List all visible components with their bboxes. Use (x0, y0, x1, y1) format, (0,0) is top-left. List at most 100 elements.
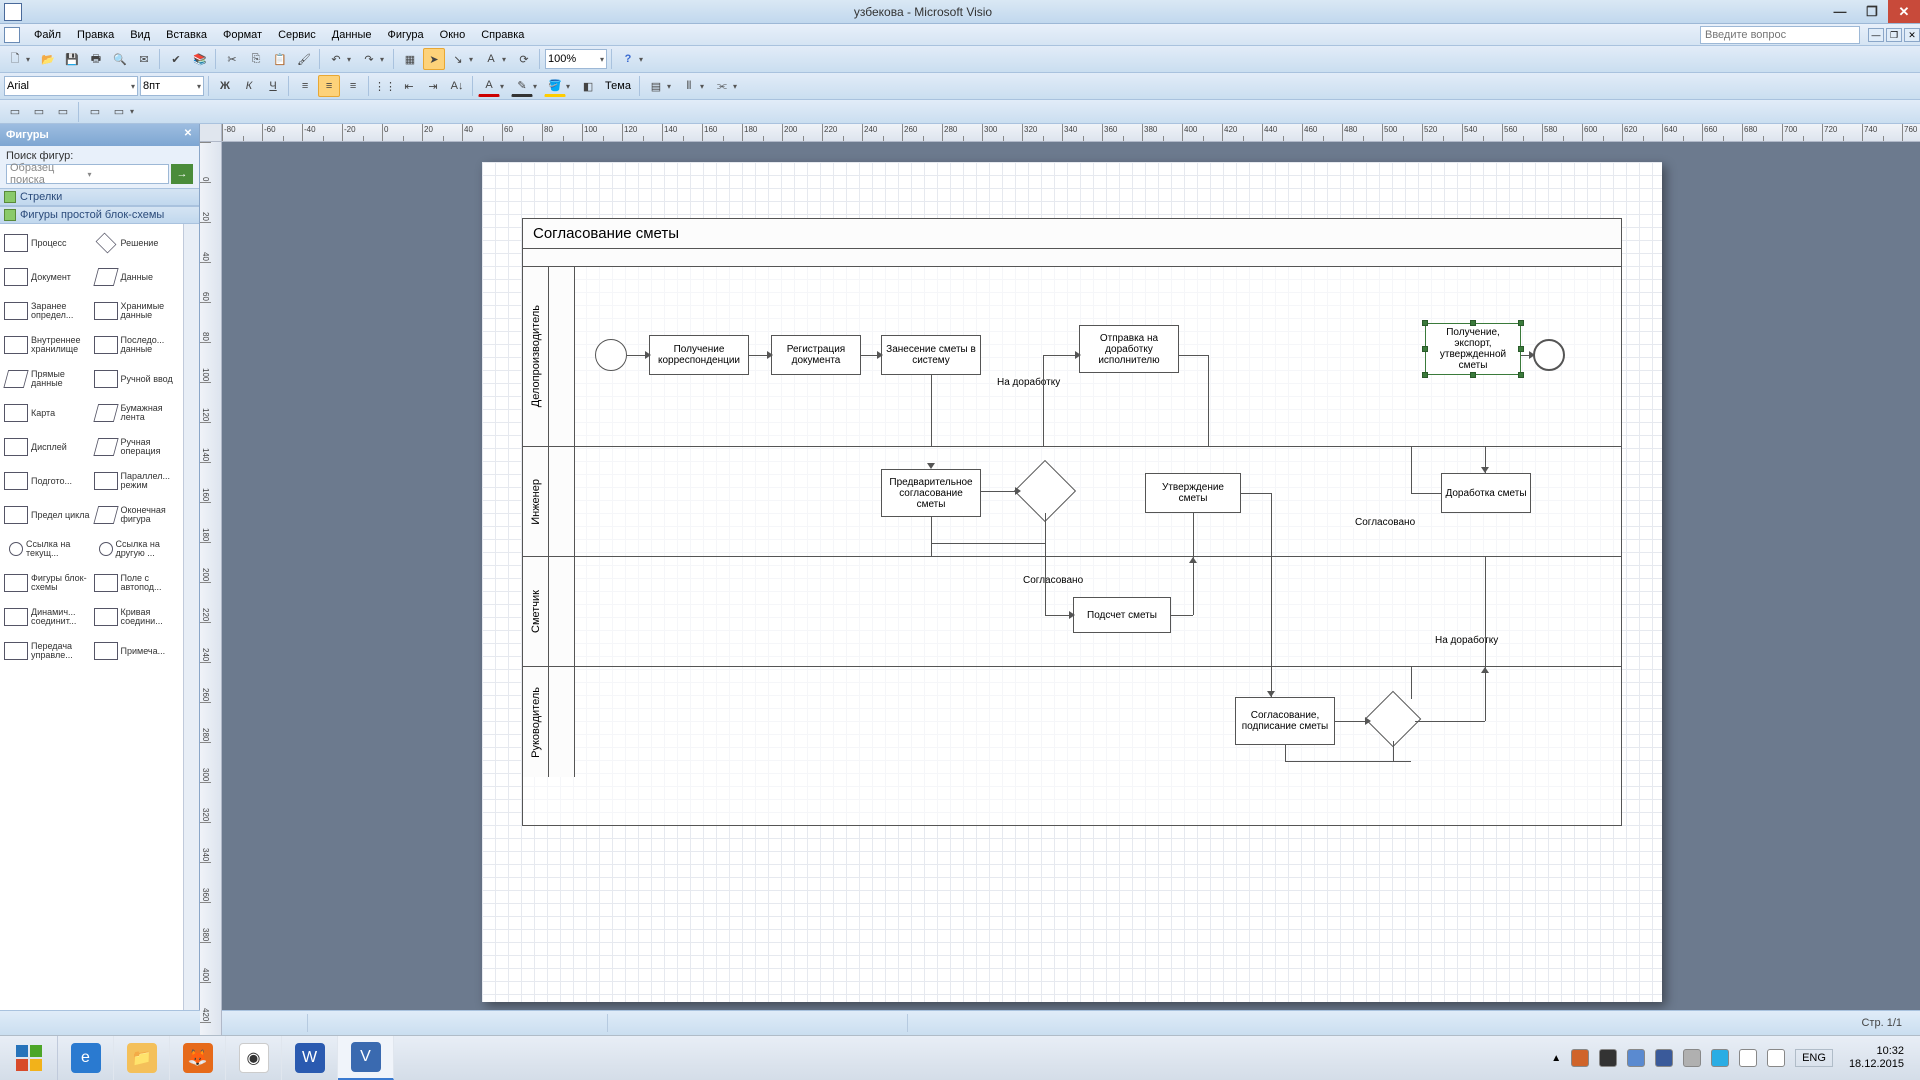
help-dropdown[interactable]: ▾ (639, 55, 648, 64)
action-btn-5[interactable]: ▭ (108, 101, 130, 123)
menu-format[interactable]: Формат (215, 26, 270, 44)
connector-dropdown[interactable]: ▾ (469, 55, 478, 64)
box-return-rework[interactable]: Отправка на доработку исполнителю (1079, 325, 1179, 373)
undo-button[interactable]: ↶ (325, 48, 347, 70)
stencil-shape[interactable]: Решение (92, 226, 182, 260)
tray-icon-3[interactable] (1627, 1049, 1645, 1067)
language-indicator[interactable]: ENG (1795, 1049, 1833, 1067)
doc-restore-button[interactable]: ❐ (1886, 28, 1902, 42)
menu-help[interactable]: Справка (473, 26, 532, 44)
connect-dropdown[interactable]: ▾ (733, 82, 742, 91)
lane-3[interactable]: Сметчик Подсчет сметы Согласовано На дор… (523, 557, 1621, 667)
box-enter-system[interactable]: Занесение сметы в систему (881, 335, 981, 375)
new-dropdown[interactable]: ▾ (26, 55, 35, 64)
close-button[interactable]: ✕ (1888, 0, 1920, 23)
stencil-shape[interactable]: Передача управле... (2, 634, 92, 668)
cut-button[interactable]: ✂ (221, 48, 243, 70)
tray-chevron-icon[interactable]: ▲ (1551, 1053, 1561, 1064)
bullets-button[interactable]: ⋮⋮ (374, 75, 396, 97)
help-button[interactable]: ? (617, 48, 639, 70)
system-menu-icon[interactable] (4, 27, 20, 43)
menu-insert[interactable]: Вставка (158, 26, 215, 44)
taskbar-chrome-icon[interactable]: ◉ (226, 1036, 282, 1080)
menu-edit[interactable]: Правка (69, 26, 122, 44)
increase-indent-button[interactable]: ⇥ (422, 75, 444, 97)
underline-button[interactable]: Ч (262, 75, 284, 97)
taskbar-firefox-icon[interactable]: 🦊 (170, 1036, 226, 1080)
stencil-shape[interactable]: Ручной ввод (92, 362, 182, 396)
stencil-shape[interactable]: Подгото... (2, 464, 92, 498)
stencil-shape[interactable]: Последо... данные (92, 328, 182, 362)
stencil-shape[interactable]: Примеча... (92, 634, 182, 668)
action-btn-4[interactable]: ▭ (84, 101, 106, 123)
menu-tools[interactable]: Сервис (270, 26, 324, 44)
lane-1-label[interactable]: Делопроизводитель (523, 267, 549, 446)
fill-color-button[interactable]: 🪣 (544, 75, 566, 97)
minimize-button[interactable]: — (1824, 0, 1856, 23)
start-event[interactable] (595, 339, 627, 371)
decrease-font-button[interactable]: A↓ (446, 75, 468, 97)
rotate-button[interactable]: ⟳ (513, 48, 535, 70)
box-calculate-estimate[interactable]: Подсчет сметы (1073, 597, 1171, 633)
taskbar-word-icon[interactable]: W (282, 1036, 338, 1080)
action-btn-2[interactable]: ▭ (28, 101, 50, 123)
stencil-shape[interactable]: Бумажная лента (92, 396, 182, 430)
lane-3-label[interactable]: Сметчик (523, 557, 549, 666)
stencil-scrollbar[interactable] (183, 224, 199, 1017)
align-center-button[interactable]: ≡ (318, 75, 340, 97)
doc-minimize-button[interactable]: — (1868, 28, 1884, 42)
email-button[interactable]: ✉ (133, 48, 155, 70)
stencil-arrows-header[interactable]: Стрелки (0, 188, 199, 206)
lane-2-label[interactable]: Инженер (523, 447, 549, 556)
swimlane-pool[interactable]: Согласование сметы Делопроизводитель Пол… (522, 218, 1622, 826)
shapes-search-combo[interactable]: Образец поиска▾ (6, 164, 169, 184)
vertical-ruler[interactable]: 0204060801001201401601802002202402602803… (200, 142, 222, 1035)
lane-2[interactable]: Инженер Предварительное согласование сме… (523, 447, 1621, 557)
align-shapes-button[interactable]: ▤ (645, 75, 667, 97)
help-search[interactable] (1700, 26, 1860, 44)
font-color-button[interactable]: A (478, 75, 500, 97)
tray-network-icon[interactable] (1739, 1049, 1757, 1067)
stencil-shape[interactable]: Прямые данные (2, 362, 92, 396)
paste-button[interactable]: 📋 (269, 48, 291, 70)
menu-shape[interactable]: Фигура (380, 26, 432, 44)
stencil-shape[interactable]: Документ (2, 260, 92, 294)
taskbar-explorer-icon[interactable]: 📁 (114, 1036, 170, 1080)
open-button[interactable]: 📂 (37, 48, 59, 70)
box-approve-estimate[interactable]: Утверждение сметы (1145, 473, 1241, 513)
menu-window[interactable]: Окно (432, 26, 474, 44)
box-register-doc[interactable]: Регистрация документа (771, 335, 861, 375)
align-right-button[interactable]: ≡ (342, 75, 364, 97)
stencil-shape[interactable]: Фигуры блок-схемы (2, 566, 92, 600)
line-color-dropdown[interactable]: ▾ (533, 82, 542, 91)
tray-icon-5[interactable] (1683, 1049, 1701, 1067)
copy-button[interactable]: ⎘ (245, 48, 267, 70)
format-painter-button[interactable]: 🖌 (293, 48, 315, 70)
box-receive-mail[interactable]: Получение корреспонденции (649, 335, 749, 375)
bold-button[interactable]: Ж (214, 75, 236, 97)
pool-title[interactable]: Согласование сметы (523, 219, 1621, 249)
tray-icon-2[interactable] (1599, 1049, 1617, 1067)
action-btn-3[interactable]: ▭ (52, 101, 74, 123)
doc-close-button[interactable]: ✕ (1904, 28, 1920, 42)
stencil-shape[interactable]: Данные (92, 260, 182, 294)
horizontal-ruler[interactable]: -80-60-40-200204060801001201401601802002… (222, 124, 1920, 142)
decrease-indent-button[interactable]: ⇤ (398, 75, 420, 97)
menu-data[interactable]: Данные (324, 26, 380, 44)
stencil-shape[interactable]: Динамич... соединит... (2, 600, 92, 634)
stencil-shape[interactable]: Внутреннее хранилище (2, 328, 92, 362)
font-color-dropdown[interactable]: ▾ (500, 82, 509, 91)
tray-skype-icon[interactable] (1711, 1049, 1729, 1067)
help-search-input[interactable] (1700, 26, 1860, 44)
start-button[interactable] (0, 1036, 58, 1080)
stencil-shape[interactable]: Хранимые данные (92, 294, 182, 328)
stencil-shape[interactable]: Ручная операция (92, 430, 182, 464)
tray-icon-1[interactable] (1571, 1049, 1589, 1067)
box-preliminary-approval[interactable]: Предварительное согласование сметы (881, 469, 981, 517)
spelling-button[interactable]: ✔ (165, 48, 187, 70)
tray-volume-icon[interactable] (1767, 1049, 1785, 1067)
pointer-tool-button[interactable]: ➤ (423, 48, 445, 70)
stencil-shape[interactable]: Оконечная фигура (92, 498, 182, 532)
decision-2[interactable] (1365, 691, 1422, 748)
menu-file[interactable]: Файл (26, 26, 69, 44)
